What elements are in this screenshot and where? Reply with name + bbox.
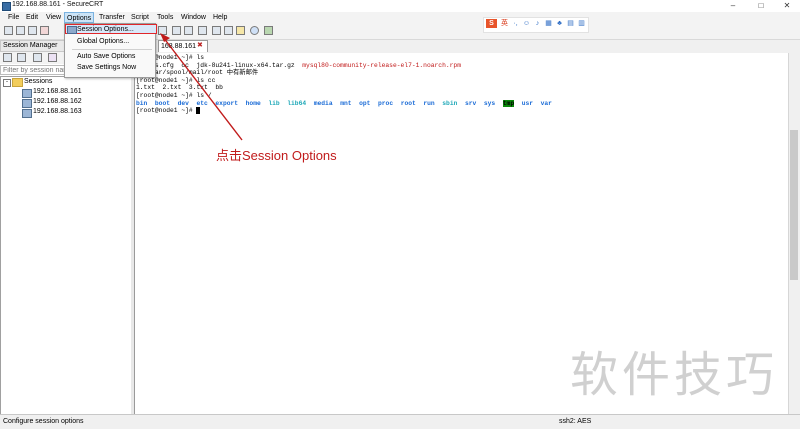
annotation-label: 点击Session Options [216, 148, 337, 163]
watermark: 软件技巧 [570, 347, 779, 403]
